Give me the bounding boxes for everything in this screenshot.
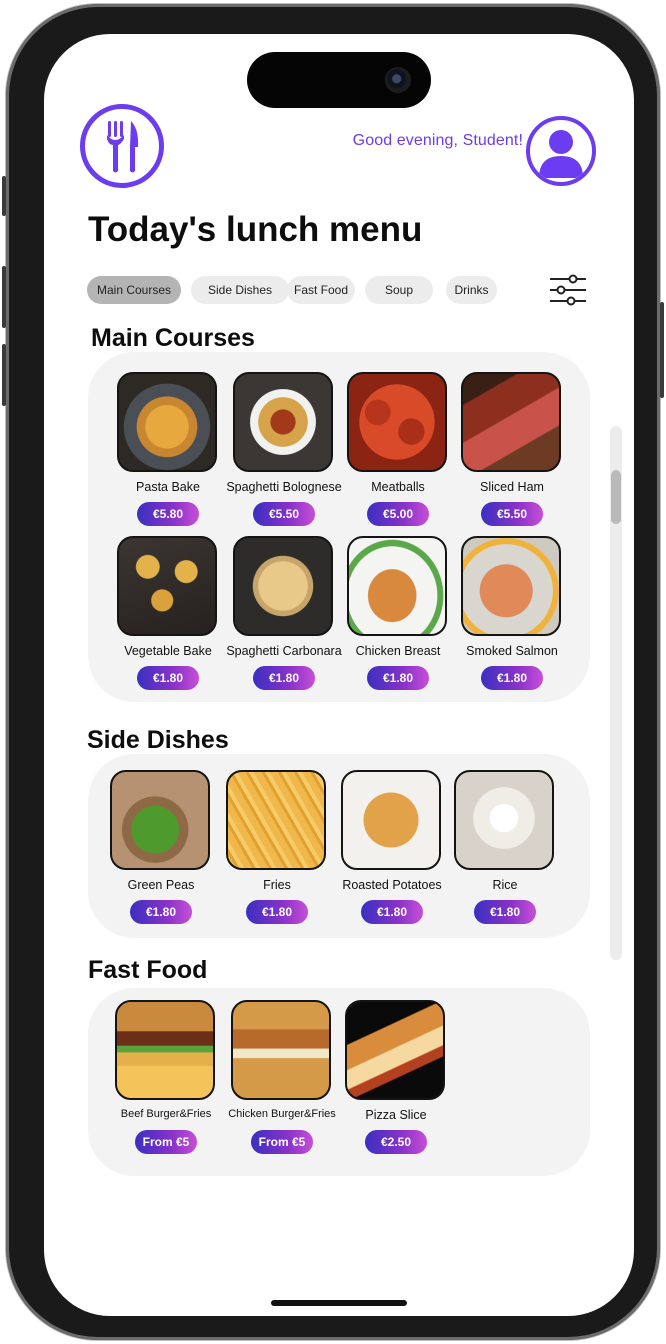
tab-main-courses[interactable]: Main Courses [87,276,181,304]
sliced-ham-image [461,372,561,472]
phone-frame: Good evening, Student! Today's lunch men… [2,4,664,1340]
price-badge[interactable]: €1.80 [253,666,315,690]
section-title-side-dishes: Side Dishes [87,726,229,754]
smoked-salmon-image [461,536,561,636]
meatballs-image [347,372,447,472]
home-indicator[interactable] [271,1300,407,1306]
pizza-slice-image [345,1000,445,1100]
chicken-burger-image [231,1000,331,1100]
chicken-breast-image [347,536,447,636]
item-name: Smoked Salmon [466,644,558,658]
price-badge[interactable]: €1.80 [130,900,192,924]
greeting-text: Good evening, Student! [352,132,523,149]
filter-sliders-icon[interactable] [549,274,587,306]
item-name: Pizza Slice [365,1108,427,1122]
beef-burger-image [115,1000,215,1100]
user-icon[interactable] [526,116,596,186]
item-name: Sliced Ham [480,480,544,494]
vegetable-bake-image [117,536,217,636]
tab-drinks[interactable]: Drinks [446,276,497,304]
pasta-bake-image [117,372,217,472]
price-badge[interactable]: €1.80 [367,666,429,690]
price-badge[interactable]: From €5 [135,1130,197,1154]
scrollbar-thumb[interactable] [611,470,621,524]
item-name: Rice [492,878,518,892]
rice-image [454,770,554,870]
roasted-potatoes-image [341,770,441,870]
price-badge[interactable]: €1.80 [481,666,543,690]
action-button [2,176,6,216]
green-peas-image [110,770,210,870]
fork-knife-icon[interactable] [80,104,164,188]
spaghetti-carbonara-image [233,536,333,636]
price-badge[interactable]: €5.50 [253,502,315,526]
tab-soup[interactable]: Soup [365,276,433,304]
price-badge[interactable]: €5.00 [367,502,429,526]
price-badge[interactable]: €1.80 [137,666,199,690]
fast-food-panel: Beef Burger&Fries From €5 Chicken Burger… [88,988,590,1176]
volume-up-button [2,266,6,328]
price-badge[interactable]: €1.80 [361,900,423,924]
section-title-main-courses: Main Courses [91,324,255,352]
price-badge[interactable]: €2.50 [365,1130,427,1154]
section-title-fast-food: Fast Food [88,956,208,984]
price-badge[interactable]: €5.50 [481,502,543,526]
tab-fast-food[interactable]: Fast Food [287,276,355,304]
app-screen: Good evening, Student! Today's lunch men… [44,34,634,1316]
side-dishes-panel: Green Peas €1.80 Fries €1.80 Roasted Pot… [88,754,590,938]
dynamic-island [247,52,431,108]
power-button [660,302,664,398]
spaghetti-bolognese-image [233,372,333,472]
volume-down-button [2,344,6,406]
price-badge[interactable]: €1.80 [246,900,308,924]
scrollbar[interactable] [610,426,622,960]
price-badge[interactable]: €5.80 [137,502,199,526]
camera-icon [385,67,411,93]
fries-image [226,770,326,870]
price-badge[interactable]: €1.80 [474,900,536,924]
page-title: Today's lunch menu [88,210,423,249]
tab-side-dishes[interactable]: Side Dishes [191,276,289,304]
main-courses-panel: Pasta Bake €5.80 Spaghetti Bolognese €5.… [88,352,590,702]
price-badge[interactable]: From €5 [251,1130,313,1154]
